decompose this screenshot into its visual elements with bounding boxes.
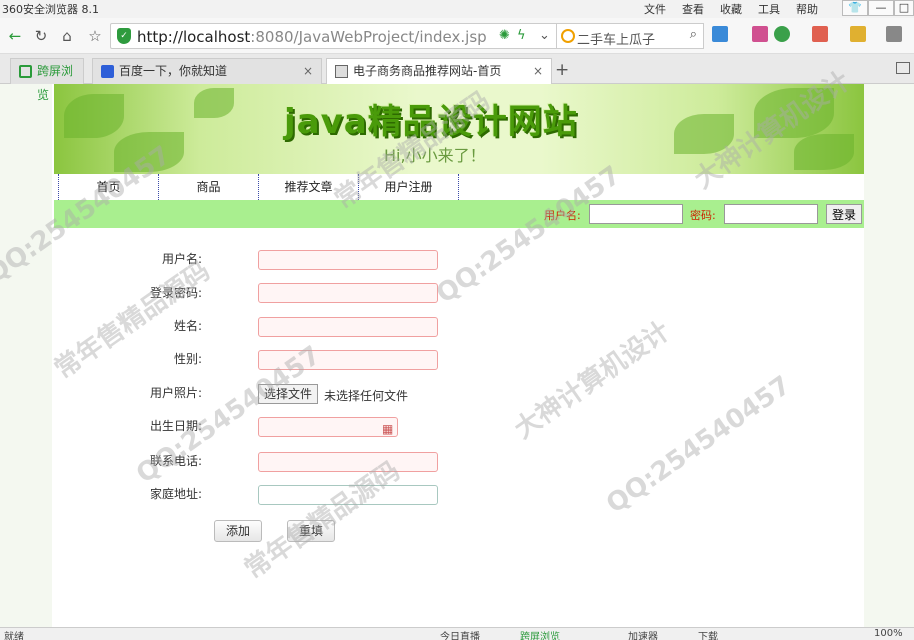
menu-view[interactable]: 查看 bbox=[682, 1, 704, 17]
minimize-button[interactable]: — bbox=[868, 0, 894, 16]
status-text: 就绪 bbox=[4, 632, 24, 640]
skin-icon[interactable]: 👕 bbox=[842, 0, 868, 16]
file-status-text: 未选择任何文件 bbox=[324, 389, 409, 403]
choose-file-button[interactable]: 选择文件 bbox=[258, 384, 319, 404]
nav-articles[interactable]: 推荐文章 bbox=[258, 174, 358, 200]
browser-app-title: 360安全浏览器 8.1 bbox=[2, 3, 99, 16]
login-password-input[interactable] bbox=[724, 204, 818, 224]
zoom-level[interactable]: 100% bbox=[874, 628, 903, 639]
download-button[interactable]: 下载 bbox=[698, 628, 718, 640]
page-icon bbox=[335, 65, 348, 78]
password-input[interactable] bbox=[258, 283, 438, 303]
site-nav: 首页 商品 推荐文章 用户注册 bbox=[54, 174, 864, 200]
web-page: java精品设计网站 Hi,小小来了！ 首页 商品 推荐文章 用户注册 用户名:… bbox=[52, 84, 864, 627]
username-input[interactable] bbox=[258, 250, 438, 270]
leaf-decoration bbox=[794, 134, 854, 170]
tab-label: 百度一下，你就知道 bbox=[119, 64, 228, 78]
name-label: 姓名: bbox=[173, 319, 202, 333]
close-icon[interactable]: × bbox=[303, 59, 313, 83]
nav-divider bbox=[458, 174, 459, 200]
search-icon[interactable]: ⌕ bbox=[690, 27, 697, 42]
tab-bar: 跨屏浏览 百度一下，你就知道 × 电子商务商品推荐网站-首页 × + bbox=[0, 54, 914, 102]
nav-home[interactable]: 首页 bbox=[58, 174, 158, 200]
browser-menu-bar: 文件 查看 收藏 工具 帮助 bbox=[644, 1, 818, 17]
phone-icon bbox=[19, 65, 32, 78]
login-bar: 用户名: 密码: 登录 bbox=[54, 200, 864, 228]
gender-input[interactable] bbox=[258, 350, 438, 370]
home-icon[interactable]: ⌂ bbox=[56, 25, 78, 47]
login-username-input[interactable] bbox=[589, 204, 683, 224]
gender-label: 性别: bbox=[173, 352, 202, 366]
menu-tools[interactable]: 工具 bbox=[758, 1, 780, 17]
login-password-label: 密码: bbox=[690, 209, 716, 222]
login-username-label: 用户名: bbox=[544, 209, 581, 222]
extension-icon[interactable] bbox=[752, 26, 768, 42]
site-banner: java精品设计网站 Hi,小小来了！ bbox=[54, 84, 864, 174]
screenshot-icon[interactable] bbox=[850, 26, 866, 42]
nav-goods[interactable]: 商品 bbox=[158, 174, 258, 200]
tab-restore-icon[interactable] bbox=[896, 62, 910, 74]
phone-input[interactable] bbox=[258, 452, 438, 472]
tab-baidu[interactable]: 百度一下，你就知道 × bbox=[92, 58, 322, 84]
menu-help[interactable]: 帮助 bbox=[796, 1, 818, 17]
menu-favorites[interactable]: 收藏 bbox=[720, 1, 742, 17]
star-icon[interactable]: ☆ bbox=[84, 25, 106, 47]
tab-cross-screen[interactable]: 跨屏浏览 bbox=[10, 58, 84, 102]
refresh-icon[interactable]: ↻ bbox=[30, 25, 52, 47]
address-label: 家庭地址: bbox=[149, 487, 202, 501]
menu-file[interactable]: 文件 bbox=[644, 1, 666, 17]
chevron-down-icon[interactable]: ⌄ bbox=[539, 28, 550, 43]
browser-toolbar: ← ↻ ⌂ ☆ ✓ http://localhost:8080/JavaWebP… bbox=[0, 18, 914, 54]
site-title: java精品设计网站 bbox=[284, 102, 578, 142]
reset-button[interactable]: 重填 bbox=[287, 520, 335, 542]
live-button[interactable]: 今日直播 bbox=[440, 628, 480, 640]
birthday-label: 出生日期: bbox=[149, 419, 202, 433]
calendar-icon[interactable]: ▦ bbox=[382, 422, 393, 436]
leaf-decoration bbox=[674, 114, 734, 154]
add-button[interactable]: 添加 bbox=[214, 520, 262, 542]
search-text: 二手车上瓜子 bbox=[577, 33, 656, 48]
more-icon[interactable] bbox=[886, 26, 902, 42]
login-button[interactable]: 登录 bbox=[826, 204, 862, 224]
cross-screen-button[interactable]: 跨屏浏览 bbox=[520, 628, 560, 640]
phone-label: 联系电话: bbox=[149, 454, 202, 468]
site-subtitle: Hi,小小来了！ bbox=[384, 146, 486, 165]
apps-icon[interactable] bbox=[712, 26, 728, 42]
leaf-decoration bbox=[64, 94, 124, 138]
photo-label: 用户照片: bbox=[149, 386, 202, 400]
shield-icon: ✓ bbox=[117, 28, 131, 44]
password-label: 登录密码: bbox=[149, 286, 202, 300]
close-icon[interactable]: × bbox=[533, 59, 543, 83]
username-label: 用户名: bbox=[161, 252, 202, 266]
baidu-paw-icon bbox=[101, 65, 114, 78]
adblock-icon[interactable] bbox=[812, 26, 828, 42]
speed-icon[interactable]: ✺ bbox=[499, 28, 510, 43]
name-input[interactable] bbox=[258, 317, 438, 337]
browser-status-bar: 就绪 今日直播 跨屏浏览 加速器 下载 100% bbox=[0, 627, 914, 640]
tab-current-page[interactable]: 电子商务商品推荐网站-首页 × bbox=[326, 58, 552, 85]
leaf-decoration bbox=[194, 88, 234, 118]
maximize-button[interactable]: □ bbox=[894, 0, 914, 16]
accelerator-button[interactable]: 加速器 bbox=[628, 628, 658, 640]
leaf-decoration bbox=[114, 132, 184, 172]
security-icon[interactable] bbox=[774, 26, 790, 42]
search-engine-icon bbox=[561, 29, 575, 43]
browser-title-bar: 360安全浏览器 8.1 文件 查看 收藏 工具 帮助 👕 — □ bbox=[0, 0, 914, 18]
address-bar[interactable]: ✓ http://localhost:8080/JavaWebProject/i… bbox=[110, 23, 560, 49]
back-icon[interactable]: ← bbox=[4, 25, 26, 47]
address-url[interactable]: http://localhost:8080/JavaWebProject/ind… bbox=[137, 28, 487, 46]
lightning-icon[interactable]: ϟ bbox=[517, 28, 526, 43]
tab-label: 电子商务商品推荐网站-首页 bbox=[353, 64, 502, 78]
new-tab-button[interactable]: + bbox=[555, 60, 569, 80]
nav-register[interactable]: 用户注册 bbox=[358, 174, 458, 200]
birthday-input[interactable] bbox=[258, 417, 398, 437]
address-input[interactable] bbox=[258, 485, 438, 505]
leaf-decoration bbox=[754, 88, 834, 138]
search-box[interactable]: 二手车上瓜子 ⌕ bbox=[556, 23, 704, 49]
